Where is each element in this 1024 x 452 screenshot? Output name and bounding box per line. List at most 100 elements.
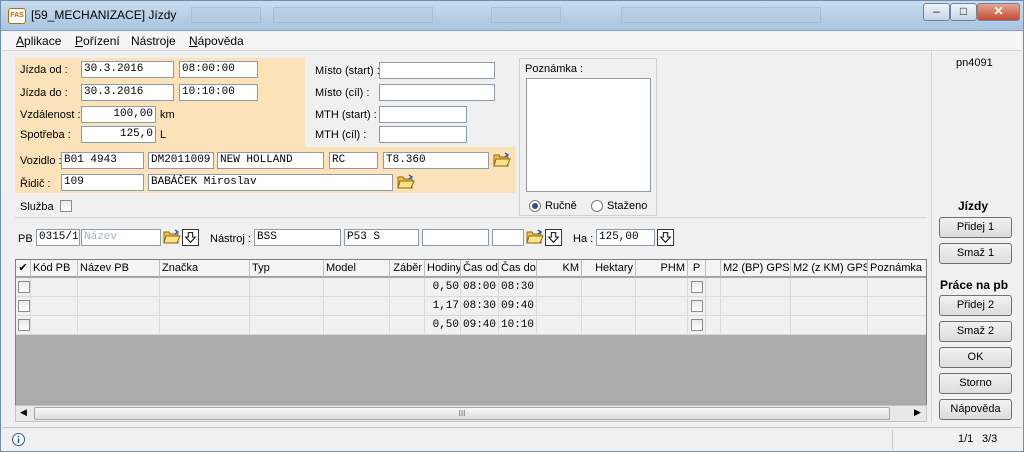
cell-kod-pb xyxy=(31,297,78,316)
table-row[interactable]: 1,17 08:30 09:40 xyxy=(16,297,926,316)
mth-start-input[interactable] xyxy=(379,106,467,123)
vzdalenost-input[interactable]: 100,00 xyxy=(81,106,156,123)
vozidlo-typ-input[interactable]: RC xyxy=(329,152,378,169)
jizda-do-date-input[interactable]: 30.3.2016 xyxy=(81,84,174,101)
cell-poznamka xyxy=(868,297,926,316)
cell-kod-pb xyxy=(31,316,78,335)
row-checkbox[interactable] xyxy=(18,281,30,293)
scroll-left-icon[interactable]: ◀ xyxy=(20,407,27,418)
menu-nastroje[interactable]: Nástroje xyxy=(131,34,176,48)
smaz-1-button[interactable]: Smaž 1 xyxy=(939,243,1012,264)
grid-header-m2-km-gps[interactable]: M2 (z KM) GPS xyxy=(791,260,868,277)
arrow-down-icon[interactable] xyxy=(657,229,674,246)
maximize-button[interactable]: □ xyxy=(950,3,977,21)
cell-hektary xyxy=(582,316,636,335)
grid-header-zaber[interactable]: Záběr xyxy=(390,260,425,277)
ridic-cislo-input[interactable]: 109 xyxy=(61,174,144,191)
cell-typ xyxy=(250,278,324,297)
folder-open-icon[interactable] xyxy=(163,229,181,245)
menu-aplikace[interactable]: Aplikace xyxy=(16,34,61,48)
pb-input[interactable]: 0315/1 xyxy=(36,229,80,246)
row-p-checkbox[interactable] xyxy=(691,281,703,293)
pridej-2-button[interactable]: Přidej 2 xyxy=(939,295,1012,316)
nastroj-name-input[interactable]: P53 S xyxy=(344,229,419,246)
cell-spacer xyxy=(706,278,721,297)
poznamka-textarea[interactable] xyxy=(526,78,651,192)
storno-button[interactable]: Storno xyxy=(939,373,1012,394)
grid-header-nazev-pb[interactable]: Název PB xyxy=(78,260,160,277)
jizdy-section-title: Jízdy xyxy=(958,199,989,213)
jizda-do-time-input[interactable]: 10:10:00 xyxy=(179,84,258,101)
sluzba-checkbox[interactable] xyxy=(60,200,72,212)
scroll-right-icon[interactable]: ▶ xyxy=(914,407,921,418)
napoveda-button[interactable]: Nápověda xyxy=(939,399,1012,420)
pridej-1-button[interactable]: Přidej 1 xyxy=(939,217,1012,238)
grid-header-m2-bp-gps[interactable]: M2 (BP) GPS xyxy=(721,260,791,277)
close-button[interactable]: ✕ xyxy=(977,3,1020,21)
menu-napoveda[interactable]: Nápověda xyxy=(189,34,244,48)
cell-cas-od: 08:00 xyxy=(461,278,499,297)
ridic-jmeno-input[interactable]: BABÁČEK Miroslav xyxy=(148,174,393,191)
mth-cil-label: MTH (cíl) : xyxy=(315,129,367,141)
pb-name-input[interactable]: Název xyxy=(81,229,161,246)
grid-header-typ[interactable]: Typ xyxy=(250,260,324,277)
scroll-thumb[interactable]: III xyxy=(34,407,890,420)
grid-header: ✔ Kód PB Název PB Značka Typ Model Záběr… xyxy=(16,260,926,277)
grid-header-hektary[interactable]: Hektary xyxy=(582,260,636,277)
misto-start-input[interactable] xyxy=(379,62,495,79)
mth-cil-input[interactable] xyxy=(379,126,467,143)
row-checkbox[interactable] xyxy=(18,319,30,331)
grid-header-cas-do[interactable]: Čas do xyxy=(499,260,537,277)
jizda-od-time-input[interactable]: 08:00:00 xyxy=(179,61,258,78)
grid-header-kod-pb[interactable]: Kód PB xyxy=(31,260,78,277)
grid-header-model[interactable]: Model xyxy=(324,260,390,277)
table-row[interactable]: 0,50 08:00 08:30 xyxy=(16,278,926,297)
vozidlo-spz-input[interactable]: B01 4943 xyxy=(61,152,144,169)
cell-m2-bp-gps xyxy=(721,278,791,297)
cell-znacka xyxy=(160,297,250,316)
row-check-cell xyxy=(16,297,31,316)
nastroj-input[interactable]: BSS xyxy=(254,229,341,246)
vozidlo-kod-input[interactable]: DM2011009 xyxy=(148,152,214,169)
grid-header-poznamka[interactable]: Poznámka xyxy=(868,260,926,277)
grid-header-hodiny[interactable]: Hodiny xyxy=(425,260,461,277)
folder-open-icon[interactable] xyxy=(397,174,415,190)
smaz-2-button[interactable]: Smaž 2 xyxy=(939,321,1012,342)
row-p-checkbox[interactable] xyxy=(691,319,703,331)
close-icon: ✕ xyxy=(993,4,1004,18)
cell-m2-bp-gps xyxy=(721,316,791,335)
spotreba-input[interactable]: 125,0 xyxy=(81,126,156,143)
cell-p xyxy=(688,297,706,316)
grid-header-znacka[interactable]: Značka xyxy=(160,260,250,277)
cell-m2-km-gps xyxy=(791,297,868,316)
vozidlo-model-input[interactable]: T8.360 xyxy=(383,152,489,169)
grid-header-cas-od[interactable]: Čas od xyxy=(461,260,499,277)
title-bar[interactable]: FAS [59_MECHANIZACE] Jízdy – □ ✕ xyxy=(1,1,1023,31)
grid-horizontal-scrollbar[interactable]: ◀ III ▶ xyxy=(15,405,927,422)
stazeno-radio[interactable] xyxy=(591,200,603,212)
row-checkbox[interactable] xyxy=(18,300,30,312)
folder-open-icon[interactable] xyxy=(526,229,544,245)
table-row[interactable]: 0,50 09:40 10:10 xyxy=(16,316,926,335)
nastroj-extra2-input[interactable] xyxy=(492,229,524,246)
vozidlo-znacka-input[interactable]: NEW HOLLAND xyxy=(217,152,324,169)
arrow-down-icon[interactable] xyxy=(545,229,562,246)
rucne-radio[interactable] xyxy=(529,200,541,212)
menu-porizeni[interactable]: Pořízení xyxy=(75,34,120,48)
cell-typ xyxy=(250,297,324,316)
minimize-button[interactable]: – xyxy=(923,3,950,21)
cell-km xyxy=(537,278,582,297)
jizda-od-date-input[interactable]: 30.3.2016 xyxy=(81,61,174,78)
grid-header-phm[interactable]: PHM xyxy=(636,260,688,277)
ha-input[interactable]: 125,00 xyxy=(596,229,655,246)
row-p-checkbox[interactable] xyxy=(691,300,703,312)
maximize-icon: □ xyxy=(959,4,968,18)
grid-header-check[interactable]: ✔ xyxy=(16,260,31,277)
ok-button[interactable]: OK xyxy=(939,347,1012,368)
nastroj-extra-input[interactable] xyxy=(422,229,489,246)
misto-cil-input[interactable] xyxy=(379,84,495,101)
folder-open-icon[interactable] xyxy=(493,152,511,168)
grid-header-km[interactable]: KM xyxy=(537,260,582,277)
grid-header-p[interactable]: P xyxy=(688,260,706,277)
arrow-down-icon[interactable] xyxy=(182,229,199,246)
